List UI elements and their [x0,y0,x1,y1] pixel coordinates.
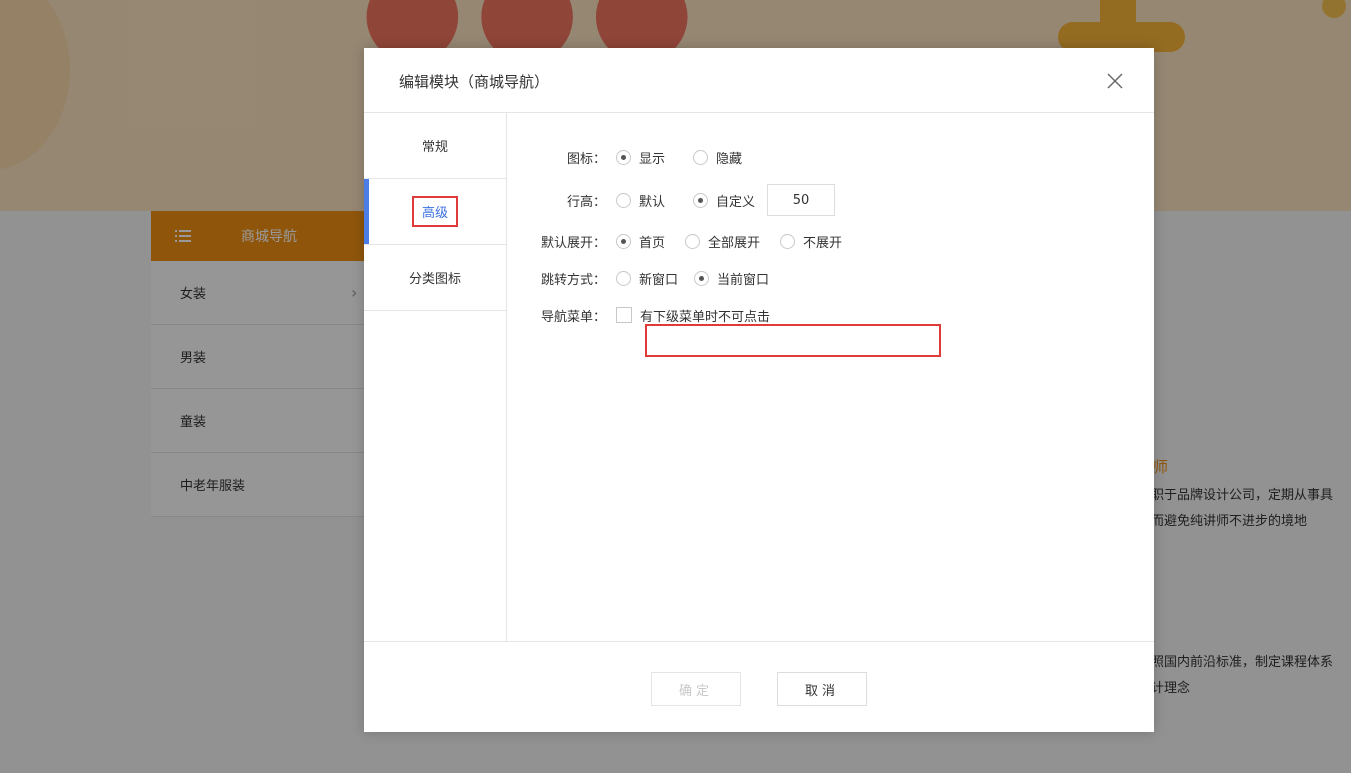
jump-current-window-radio[interactable]: 当前窗口 [694,269,769,288]
option-label: 首页 [639,235,666,251]
tab-category-icons[interactable]: 分类图标 [364,245,506,311]
icon-label: 图标： [566,151,606,167]
jump-mode-highlight [645,324,941,357]
icon-show-radio[interactable]: 显示 [616,148,665,167]
radio-icon [693,149,709,165]
tab-label: 分类图标 [408,272,461,287]
edit-module-dialog: 编辑模块（商城导航） 常规 高级 分类图标 图标： 显示 隐藏 行高： 默认 自… [364,48,1154,732]
tab-general[interactable]: 常规 [364,113,506,179]
default-expand-row: 默认展开： 首页 全部展开 不展开 [540,230,856,252]
radio-icon [694,270,710,286]
screen: ●●● 商城导航 女装 › 男装 童装 中老年服装 就职于品牌设计公司，定期从事… [0,0,1351,773]
default-expand-label: 默认展开： [540,235,606,251]
radio-icon [616,270,631,286]
expand-home-radio[interactable]: 首页 [616,232,665,251]
tab-advanced[interactable]: 高级 [364,179,506,245]
checkbox-label: 有下级菜单时不可点击 [640,309,771,325]
option-label: 新窗口 [639,272,679,288]
radio-icon [685,233,701,249]
dialog-title: 编辑模块（商城导航） [399,73,550,91]
expand-none-radio[interactable]: 不展开 [780,232,842,251]
radio-icon [616,149,631,165]
row-height-custom-radio[interactable]: 自定义 [693,191,755,210]
icon-row: 图标： 显示 隐藏 [566,146,756,168]
icon-hide-radio[interactable]: 隐藏 [693,148,742,167]
nav-menu-row: 导航菜单： 有下级菜单时不可点击 [540,304,784,326]
expand-all-radio[interactable]: 全部展开 [685,232,760,251]
dialog-footer: 确定 取消 [364,641,1154,733]
nav-menu-label: 导航菜单： [540,309,606,325]
tab-label: 高级 [411,196,458,227]
radio-icon [693,192,709,208]
option-label: 默认 [639,194,666,210]
dialog-header: 编辑模块（商城导航） [364,48,1154,113]
row-height-default-radio[interactable]: 默认 [616,191,665,210]
cancel-button[interactable]: 取消 [777,672,867,706]
jump-new-window-radio[interactable]: 新窗口 [616,269,678,288]
radio-icon [780,233,796,249]
tab-label: 常规 [421,140,448,155]
option-label: 显示 [639,151,666,167]
jump-mode-label: 跳转方式： [540,272,606,288]
radio-icon [616,192,631,208]
option-label: 隐藏 [716,151,743,167]
row-height-row: 行高： 默认 自定义 [566,183,836,217]
row-height-label: 行高： [566,194,606,210]
close-button[interactable] [1106,72,1124,90]
option-label: 自定义 [716,194,756,210]
dialog-tabs: 常规 高级 分类图标 [364,113,507,641]
close-icon [1107,73,1123,89]
option-label: 当前窗口 [717,272,770,288]
advanced-settings-form: 图标： 显示 隐藏 行高： 默认 自定义 50 默认展开： 首页 全部展开 不展… [506,113,1154,641]
radio-icon [616,233,631,249]
nav-menu-checkbox[interactable]: 有下级菜单时不可点击 [616,306,770,325]
confirm-button[interactable]: 确定 [651,672,741,706]
option-label: 全部展开 [708,235,761,251]
jump-mode-row: 跳转方式： 新窗口 当前窗口 [540,267,783,289]
option-label: 不展开 [803,235,843,251]
row-height-input[interactable] [767,184,836,216]
checkbox-icon [616,307,632,323]
